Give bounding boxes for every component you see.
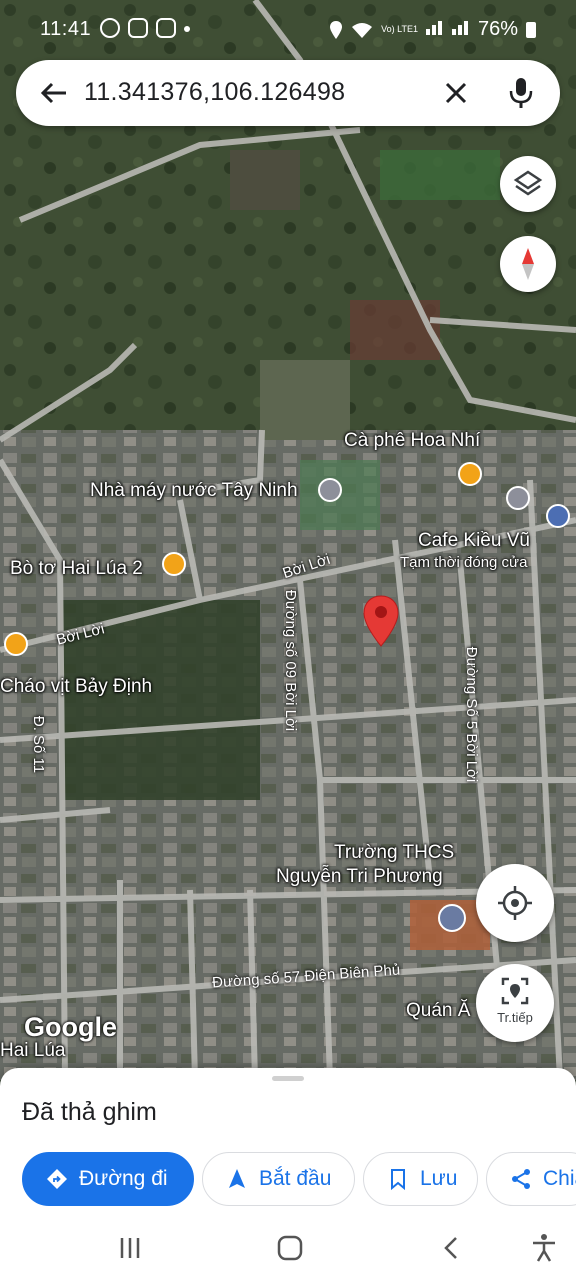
directions-button[interactable]: Đường đi — [22, 1152, 194, 1206]
school-pin-icon[interactable] — [438, 904, 466, 932]
accessibility-icon[interactable] — [528, 1232, 560, 1264]
dropped-pin-icon[interactable] — [362, 594, 400, 648]
location-icon — [330, 20, 343, 39]
search-bar[interactable]: 11.341376,106.126498 — [16, 60, 560, 126]
road-label: Đường số 09 Bời Lời — [282, 589, 300, 732]
home-icon[interactable] — [274, 1232, 306, 1264]
facebook-icon — [100, 18, 120, 38]
layers-icon — [513, 170, 543, 196]
share-icon — [512, 1169, 530, 1189]
app-notification-icon — [128, 18, 148, 38]
layers-button[interactable] — [500, 156, 556, 212]
crosshair-icon — [498, 886, 532, 920]
share-label: Chia — [543, 1167, 576, 1190]
live-view-label: Tr.tiếp — [497, 1010, 533, 1025]
bookmark-icon — [391, 1169, 405, 1191]
live-view-icon — [501, 977, 529, 1005]
system-nav-bar — [0, 1220, 576, 1280]
compass-icon — [522, 248, 534, 280]
back-icon[interactable] — [436, 1232, 468, 1264]
google-attribution: Google — [24, 1012, 117, 1042]
place-label[interactable]: Cháo vịt Bảy Định — [0, 676, 152, 698]
clear-icon[interactable] — [440, 77, 472, 109]
navigate-arrow-icon — [229, 1169, 245, 1188]
sheet-title: Đã thả ghim — [22, 1098, 157, 1126]
signal-icon — [425, 18, 444, 41]
directions-icon — [47, 1169, 67, 1189]
cafe-pin-icon[interactable] — [506, 486, 530, 510]
wifi-icon — [352, 22, 373, 38]
place-sheet[interactable]: Đã thả ghim Đường đi Bắt đầu Lưu Chia — [0, 1068, 576, 1220]
gas-station-pin-icon[interactable] — [546, 504, 570, 528]
place-label[interactable]: Bò tơ Hai Lúa 2 — [10, 558, 143, 580]
save-label: Lưu — [420, 1167, 458, 1190]
more-notifications-icon — [184, 26, 190, 32]
place-label[interactable]: Nhà máy nước Tây Ninh — [90, 480, 298, 502]
road-label: Đ. Số 11 — [30, 715, 48, 774]
status-time: 11:41 — [40, 18, 92, 40]
restaurant-pin-icon[interactable] — [4, 632, 28, 656]
start-button[interactable]: Bắt đầu — [202, 1152, 355, 1206]
signal-icon — [451, 18, 470, 41]
start-label: Bắt đầu — [259, 1167, 332, 1190]
battery-icon — [526, 21, 536, 38]
place-label[interactable]: Nguyễn Tri Phương — [276, 866, 443, 888]
place-label[interactable]: Trường THCS — [334, 842, 454, 864]
app-notification-icon — [156, 18, 176, 38]
battery-percent: 76% — [477, 18, 518, 40]
drag-handle[interactable] — [272, 1076, 304, 1081]
place-label: Hai Lúa — [0, 1040, 66, 1061]
live-view-button[interactable]: Tr.tiếp — [476, 964, 554, 1042]
status-bar: 11:41 Vo) LTE1 76% — [0, 0, 576, 60]
search-query[interactable]: 11.341376,106.126498 — [84, 78, 345, 107]
place-label[interactable]: Cafe Kiều Vũ — [418, 530, 530, 552]
place-label[interactable]: Cà phê Hoa Nhí — [344, 430, 480, 452]
network-label: Vo) LTE1 — [381, 24, 418, 34]
microphone-icon[interactable] — [504, 75, 538, 111]
road-label: Đường Số 5 Bời Lời — [463, 646, 481, 783]
my-location-button[interactable] — [476, 864, 554, 942]
place-status-label: Tạm thời đóng cửa — [400, 554, 528, 571]
recent-apps-icon[interactable] — [114, 1232, 146, 1264]
cafe-pin-icon[interactable] — [458, 462, 482, 486]
restaurant-pin-icon[interactable] — [162, 552, 186, 576]
save-button[interactable]: Lưu — [363, 1152, 478, 1206]
back-arrow-icon[interactable] — [38, 77, 70, 109]
place-label[interactable]: Quán Ă — [406, 1000, 470, 1022]
compass-button[interactable] — [500, 236, 556, 292]
directions-label: Đường đi — [79, 1167, 168, 1190]
share-button[interactable]: Chia — [486, 1152, 576, 1206]
government-pin-icon[interactable] — [318, 478, 342, 502]
